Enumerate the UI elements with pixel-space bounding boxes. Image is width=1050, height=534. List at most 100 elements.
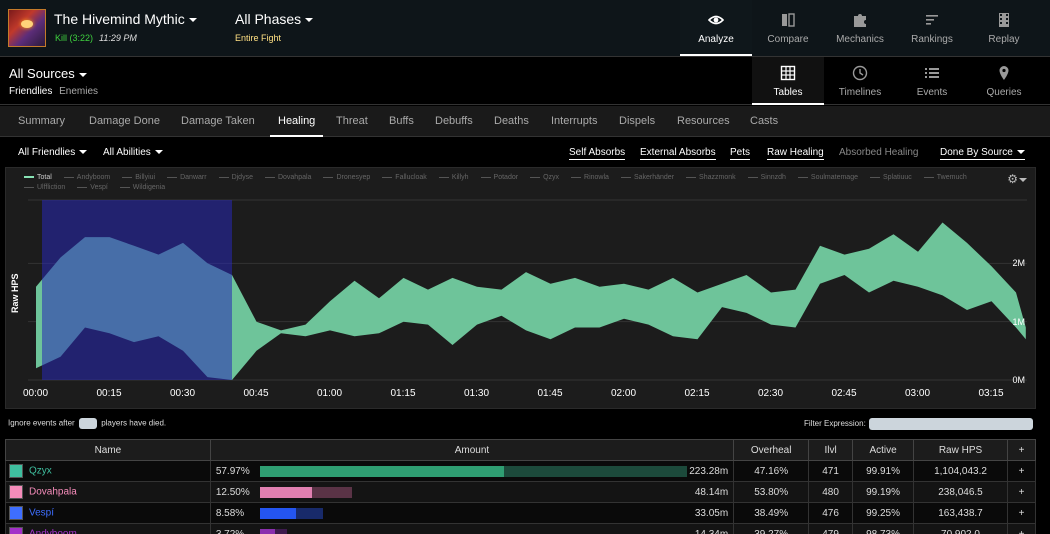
player-name-cell[interactable]: Qzyx [5,460,211,482]
clock-icon [852,65,868,81]
expand-row-button[interactable]: + [1006,502,1037,524]
col-name[interactable]: Name [5,439,211,461]
tab-summary[interactable]: Summary [18,106,65,137]
view-queries[interactable]: Queries [968,57,1040,105]
selection-range[interactable] [42,200,232,380]
expand-row-button[interactable]: + [1006,523,1037,534]
table-row[interactable]: Dovahpala 12.50% 48.14m 53.80% 480 99.19% 238,… [5,481,1037,503]
tab-debuffs[interactable]: Debuffs [435,106,473,137]
col-active[interactable]: Active [852,439,915,461]
source-filter: Friendlies Enemies [9,86,98,97]
x-tick-label: 02:15 [684,388,710,399]
friendlies-dropdown[interactable]: All Friendlies [18,147,88,158]
pets-toggle[interactable]: Pets [730,147,751,160]
tab-interrupts[interactable]: Interrupts [551,106,597,137]
x-tick-label: 00:15 [96,388,122,399]
raw-healing-toggle[interactable]: Raw Healing [767,147,824,160]
source-selector[interactable]: All Sources [9,66,87,81]
x-tick-label: 02:45 [831,388,857,399]
chart-plot [28,199,1027,381]
ignore-label-before: Ignore events after [8,418,75,428]
ilvl-cell: 480 [808,481,854,503]
report-tabs: Summary Damage Done Damage Taken Healing… [0,106,1050,137]
active-cell: 99.25% [852,502,915,524]
amount-percent: 8.58% [215,508,245,519]
amount-percent: 12.50% [215,487,250,498]
x-tick-label: 00:00 [23,388,49,399]
view-timelines[interactable]: Timelines [824,57,896,105]
x-tick-label: 02:30 [758,388,784,399]
expand-row-button[interactable]: + [1006,460,1037,482]
fight-time: 11:29 PM [99,33,137,43]
view-events[interactable]: Events [896,57,968,105]
amount-bar [259,529,276,534]
nav-label: Mechanics [836,34,884,45]
self-absorbs-toggle[interactable]: Self Absorbs [569,147,626,160]
col-ilvl[interactable]: Ilvl [808,439,854,461]
boss-selector[interactable]: The Hivemind Mythic [54,11,197,27]
col-add[interactable]: + [1006,439,1037,461]
ignore-deaths-input[interactable] [78,418,97,429]
player-name-cell[interactable]: Andyboom [5,523,211,534]
abilities-dropdown[interactable]: All Abilities [103,147,163,158]
col-overheal[interactable]: Overheal [733,439,810,461]
nav-mechanics[interactable]: Mechanics [824,0,896,56]
filter-expression-input[interactable] [869,418,1033,430]
kill-status: Kill (3:22) [55,33,94,43]
player-name-cell[interactable]: Vespí [5,502,211,524]
nav-analyze[interactable]: Analyze [680,0,752,56]
chevron-down-icon [79,150,88,155]
tab-deaths[interactable]: Deaths [494,106,529,137]
phase-selector[interactable]: All Phases [235,11,314,27]
amount-value: 223.28m [689,466,729,477]
table-header: Name Amount Overheal Ilvl Active Raw HPS… [5,439,1037,461]
done-by-label: Done By Source [940,147,1013,158]
film-icon [999,13,1009,27]
x-tick-label: 03:15 [978,388,1004,399]
absorbed-healing-toggle[interactable]: Absorbed Healing [839,147,919,158]
tab-casts[interactable]: Casts [750,106,778,137]
abilities-dropdown-label: All Abilities [103,147,151,158]
boss-portrait[interactable] [8,9,46,47]
x-tick-label: 01:30 [464,388,490,399]
table-row[interactable]: Vespí 8.58% 33.05m 38.49% 476 99.25% 163,438.7… [5,502,1037,524]
shaman-icon [9,506,23,520]
col-raw-hps[interactable]: Raw HPS [913,439,1008,461]
boss-title: The Hivemind Mythic [54,11,185,27]
view-tables[interactable]: Tables [752,57,824,105]
friendlies-toggle[interactable]: Friendlies [9,86,52,97]
tab-buffs[interactable]: Buffs [389,106,414,137]
ignore-label-after: players have died. [101,418,167,428]
table-row[interactable]: Andyboom 3.72% 14.34m 39.27%47998.73%70,902… [5,523,1037,534]
amount-percent: 57.97% [215,466,250,477]
amount-cell: 12.50% 48.14m [209,481,735,503]
healing-chart[interactable]: Total Andyboom Billyiui Danwarr Djdyse Dovahp… [5,167,1036,409]
ignore-deaths-control: Ignore events after players have died. [8,418,166,429]
tab-damage-done[interactable]: Damage Done [89,106,160,137]
external-absorbs-toggle[interactable]: External Absorbs [640,147,716,160]
amount-percent: 3.72% [216,529,244,534]
player-name-cell[interactable]: Dovahpala [5,481,211,503]
player-name: Andyboom [29,529,77,534]
active-cell: 98.73% [852,523,915,534]
tab-dispels[interactable]: Dispels [619,106,655,137]
nav-compare[interactable]: Compare [752,0,824,56]
col-amount[interactable]: Amount [209,439,735,461]
done-by-dropdown[interactable]: Done By Source [940,147,1025,160]
amount-bar [259,466,504,477]
active-cell: 99.91% [852,460,915,482]
enemies-toggle[interactable]: Enemies [59,86,98,97]
expand-row-button[interactable]: + [1006,481,1037,503]
table-controls: Ignore events after players have died. F… [0,410,1050,438]
x-tick-label: 01:00 [317,388,343,399]
tab-damage-taken[interactable]: Damage Taken [181,106,255,137]
nav-rankings[interactable]: Rankings [896,0,968,56]
amount-cell: 57.97% 223.28m [209,460,735,482]
nav-replay[interactable]: Replay [968,0,1040,56]
table-row[interactable]: Qzyx 57.97% 223.28m 47.16% 471 99.91% 1,104,04… [5,460,1037,482]
tab-resources[interactable]: Resources [677,106,730,137]
eye-icon [708,15,724,25]
tab-threat[interactable]: Threat [336,106,368,137]
tab-healing[interactable]: Healing [270,106,324,137]
chevron-down-icon [78,72,87,77]
